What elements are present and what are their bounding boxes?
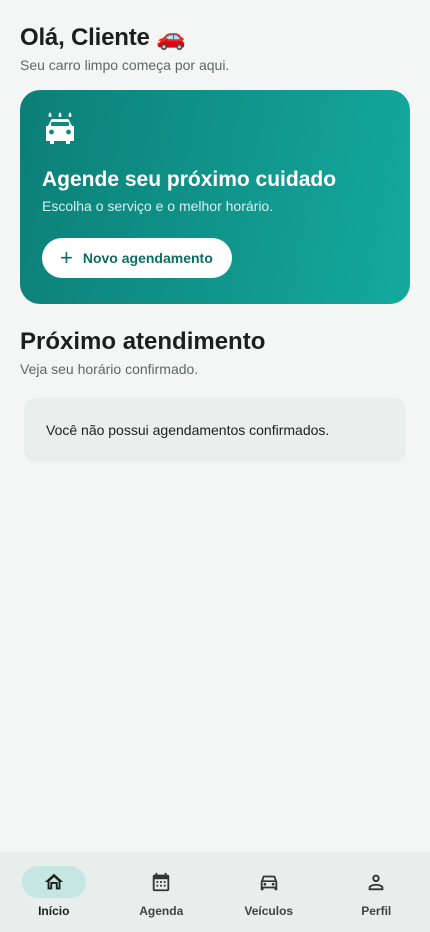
section-title: Próximo atendimento [20,328,266,355]
nav-label-home: Início [38,904,70,918]
home-screen: Olá, Cliente 🚗 Seu carro limpo começa po… [0,0,430,932]
empty-appointments-card: Você não possui agendamentos confirmados… [24,398,406,462]
car-wash-icon [46,112,74,144]
nav-active-indicator [21,866,86,898]
greeting-subtitle: Seu carro limpo começa por aqui. [20,57,230,73]
car-icon [260,875,277,891]
nav-item-home[interactable]: Início [4,852,104,918]
next-appointment-section: Próximo atendimento Veja seu horário con… [20,328,265,377]
new-appointment-button[interactable]: + Novo agendamento [42,238,232,278]
nav-item-agenda[interactable]: Agenda [111,852,211,918]
new-appointment-label: Novo agendamento [82,250,213,266]
empty-message: Você não possui agendamentos confirmados… [46,422,330,438]
schedule-hero-card: Agende seu próximo cuidado Escolha o ser… [20,90,410,304]
greeting-header: Olá, Cliente 🚗 Seu carro limpo começa po… [20,24,229,73]
calendar-icon [153,872,170,892]
person-icon [368,874,384,891]
nav-item-profile[interactable]: Perfil [326,852,426,918]
nav-label-profile: Perfil [361,904,392,918]
section-subtitle: Veja seu horário confirmado. [20,361,199,377]
hero-subtitle: Escolha o serviço e o melhor horário. [42,198,274,214]
greeting-title: Olá, Cliente 🚗 [20,24,186,51]
bottom-navigation: Início Agenda Veículos Perfil [0,852,430,932]
hero-title: Agende seu próximo cuidado [42,168,337,191]
nav-label-agenda: Agenda [139,904,184,918]
nav-item-vehicles[interactable]: Veículos [219,852,319,918]
nav-label-vehicles: Veículos [244,904,294,918]
home-icon [44,873,63,890]
plus-icon: + [60,245,73,270]
